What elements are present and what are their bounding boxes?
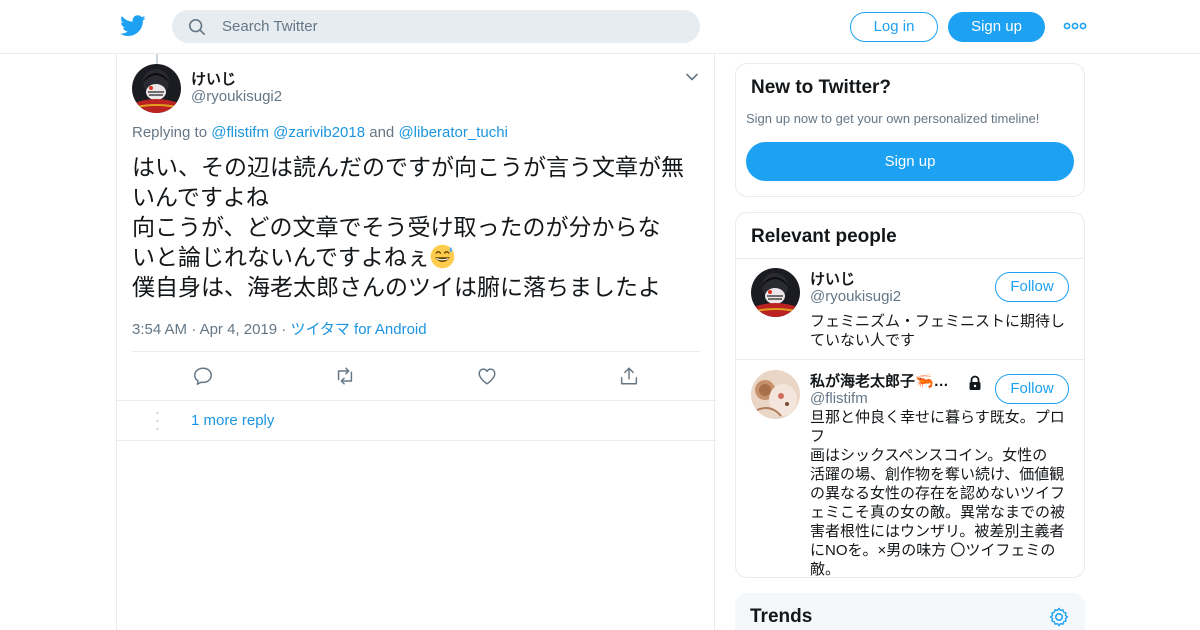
- bio-line: ェミこそ真の女の敵。異常なまでの被: [810, 504, 1066, 521]
- trends-card: Trends: [735, 593, 1085, 630]
- author-handle[interactable]: @ryoukisugi2: [191, 88, 282, 105]
- person-handle[interactable]: @flistifm: [810, 390, 868, 407]
- card-subtitle: Sign up now to get your own personalized…: [746, 111, 1040, 126]
- login-button[interactable]: Log in: [850, 12, 938, 42]
- tweet-text-line: 向こうが、どの文章でそう受け取ったのが分からな: [132, 214, 661, 240]
- bio-line: 活躍の場、創作物を奪い続け、価値観: [810, 466, 1065, 483]
- follow-button[interactable]: Follow: [995, 272, 1069, 302]
- tweet-text-line: はい、その辺は読んだのですが向こうが言う文章が無: [132, 154, 684, 180]
- more-dots-icon[interactable]: [1062, 19, 1088, 33]
- person-name[interactable]: けいじ: [810, 268, 855, 289]
- person-name[interactable]: 私が海老太郎子🦐…: [810, 370, 949, 391]
- person-item[interactable]: けいじ @ryoukisugi2 Follow フェミニズム・フェミニストに期待…: [736, 258, 1084, 359]
- lock-icon: [969, 375, 981, 390]
- mention-link[interactable]: @flistifm: [211, 124, 269, 141]
- tweet-text: はい、その辺は読んだのですが向こうが言う文章が無 いんですよね 向こうが、どの文…: [132, 152, 704, 302]
- bio-line: 敵。: [810, 561, 841, 578]
- bio-line: の異なる女性の存在を認めないツイフ: [810, 485, 1066, 502]
- tweet-date[interactable]: Apr 4, 2019: [200, 321, 278, 338]
- twitter-bird-icon[interactable]: [120, 14, 146, 38]
- vertical-dots-icon: [156, 411, 159, 431]
- relevant-people-card: Relevant people けいじ @ryoukisugi2 Follow …: [735, 212, 1085, 578]
- author-name[interactable]: けいじ: [191, 68, 236, 89]
- tweet-source[interactable]: ツイタマ for Android: [290, 321, 426, 338]
- person-handle[interactable]: @ryoukisugi2: [810, 288, 901, 305]
- bio-line: 害者根性にはウンザリ。被差別主義者: [810, 523, 1065, 540]
- bio-line: にNOを。×男の味方 〇ツイフェミの: [810, 542, 1056, 559]
- search-box[interactable]: Search Twitter: [172, 10, 700, 43]
- chevron-down-icon[interactable]: [685, 70, 699, 84]
- retweet-icon[interactable]: [334, 365, 356, 387]
- follow-button[interactable]: Follow: [995, 374, 1069, 404]
- divider: [117, 400, 716, 401]
- tweet-text-line: いと論じれないんですよねぇ: [132, 244, 430, 270]
- thread-connector: [156, 54, 158, 64]
- avatar[interactable]: [132, 64, 181, 113]
- search-icon: [188, 18, 206, 36]
- top-navigation-bar: Search Twitter Log in Sign up: [0, 0, 1200, 54]
- mention-link[interactable]: @liberator_tuchi: [398, 124, 507, 141]
- tweet-text-line: 僕自身は、海老太郎さんのツイは腑に落ちましたよ: [132, 274, 661, 300]
- bio-line: 旦那と仲良く幸せに暮らす既女。プロフ: [810, 409, 1065, 445]
- person-bio: フェミニズム・フェミニストに期待し ていない人です: [810, 312, 1072, 350]
- card-title: Relevant people: [751, 226, 897, 247]
- search-input[interactable]: Search Twitter: [222, 18, 318, 35]
- mention-link[interactable]: @zarivib2018: [273, 124, 365, 141]
- avatar[interactable]: [751, 268, 800, 317]
- more-replies-link[interactable]: 1 more reply: [191, 412, 274, 429]
- tweet-meta: 3:54 AM · Apr 4, 2019 · ツイタマ for Android: [132, 318, 427, 339]
- replying-prefix: Replying to: [132, 124, 208, 141]
- signup-button[interactable]: Sign up: [948, 12, 1045, 42]
- reply-icon[interactable]: [192, 365, 214, 387]
- tweet-actions: [117, 352, 716, 400]
- bio-line: フェミニズム・フェミニストに期待し: [810, 313, 1066, 330]
- avatar[interactable]: [751, 370, 800, 419]
- tweet-column: けいじ @ryoukisugi2 Replying to @flistifm @…: [116, 54, 716, 630]
- grinning-sweat-emoji-icon: [430, 244, 455, 269]
- like-icon[interactable]: [476, 365, 498, 387]
- person-bio: 旦那と仲良く幸せに暮らす既女。プロフ 画はシックスペンスコイン。女性の 活躍の場…: [810, 408, 1072, 578]
- card-title: Trends: [750, 606, 813, 627]
- gear-icon[interactable]: [1048, 606, 1070, 628]
- meta-separator: ·: [191, 321, 200, 338]
- share-icon[interactable]: [618, 365, 640, 387]
- replying-to: Replying to @flistifm @zarivib2018 and @…: [132, 124, 508, 141]
- sidebar-signup-button[interactable]: Sign up: [746, 142, 1074, 181]
- bio-line: ていない人です: [810, 332, 916, 349]
- bio-line: 画はシックスペンスコイン。女性の: [810, 447, 1048, 464]
- divider: [117, 440, 716, 441]
- tweet-text-line: いんですよね: [132, 184, 269, 210]
- tweet-time[interactable]: 3:54 AM: [132, 321, 187, 338]
- replying-and: and: [369, 124, 395, 141]
- new-to-twitter-card: New to Twitter? Sign up now to get your …: [735, 63, 1085, 197]
- card-title: New to Twitter?: [751, 77, 892, 98]
- person-item[interactable]: 私が海老太郎子🦐… @flistifm Follow 旦那と仲良く幸せに暮らす既…: [736, 360, 1084, 578]
